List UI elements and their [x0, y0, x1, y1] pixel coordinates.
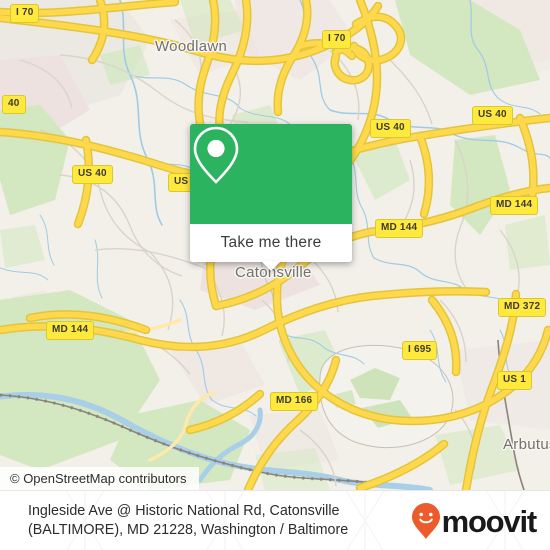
route-shield-md144-mid: MD 144 [375, 219, 424, 238]
route-shield-i70-east: I 70 [322, 30, 352, 49]
place-label-arbutus: Arbutus [503, 436, 550, 453]
route-shield-us40-east: US 40 [472, 106, 513, 125]
map-attribution[interactable]: © OpenStreetMap contributors [0, 467, 199, 490]
stop-address-line2: (BALTIMORE), MD 21228, Washington / Balt… [28, 522, 349, 538]
moovit-pin-smiley-icon [411, 503, 440, 539]
route-shield-md144-west: MD 144 [46, 321, 95, 340]
stop-address-line1: Ingleside Ave @ Historic National Rd, Ca… [28, 503, 340, 519]
moovit-wordmark: moovit [441, 503, 538, 539]
route-shield-md372: MD 372 [498, 298, 547, 317]
card-action-area[interactable]: Take me there [190, 224, 352, 271]
route-shield-md166: MD 166 [270, 392, 319, 411]
route-shield-us40-west: US 40 [72, 165, 113, 184]
place-label-woodlawn: Woodlawn [155, 38, 228, 55]
route-shield-us1: US 1 [497, 371, 533, 390]
route-shield-i70-west: I 70 [10, 4, 40, 23]
moovit-logo[interactable]: moovit [411, 502, 538, 540]
footer-bar: Ingleside Ave @ Historic National Rd, Ca… [0, 490, 550, 550]
card-pointer-tail [261, 261, 281, 271]
take-me-there-card[interactable]: Take me there [190, 124, 352, 271]
route-shield-md144-east: MD 144 [490, 196, 539, 215]
stop-address: Ingleside Ave @ Historic National Rd, Ca… [28, 502, 388, 540]
moovit-map-screenshot: Woodlawn Catonsville Arbutus I 70 I 70 4… [0, 0, 550, 550]
take-me-there-label: Take me there [220, 234, 322, 251]
route-shield-us40-mid: US 40 [370, 119, 411, 138]
route-shield-i695: I 695 [402, 341, 438, 360]
route-shield-40: 40 [2, 95, 26, 114]
attribution-text: © OpenStreetMap contributors [10, 471, 187, 486]
map-pin-icon [193, 126, 239, 184]
card-icon-area [190, 124, 352, 224]
map-canvas[interactable]: Woodlawn Catonsville Arbutus I 70 I 70 4… [0, 0, 550, 490]
